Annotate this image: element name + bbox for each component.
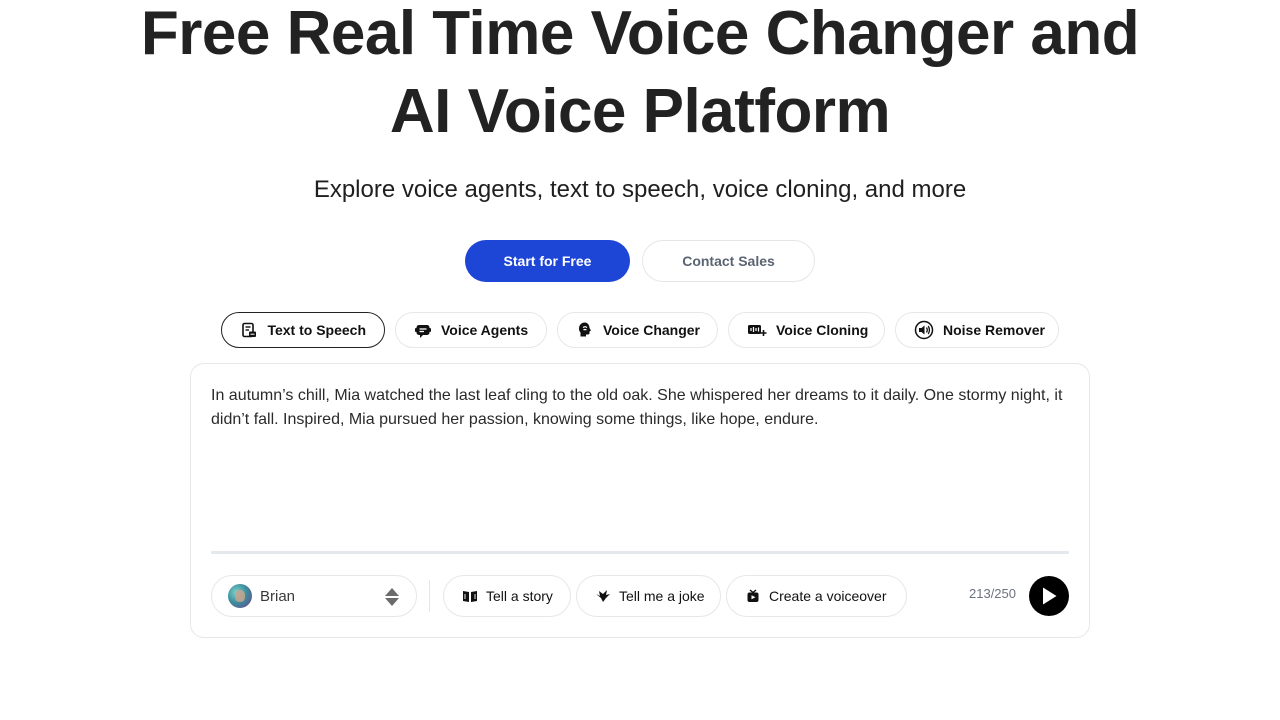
- hero-title: Free Real Time Voice Changer and AI Voic…: [0, 0, 1280, 151]
- play-icon: [1040, 586, 1058, 606]
- create-a-voiceover-chip[interactable]: Create a voiceover: [726, 575, 907, 617]
- hero-title-line-2: AI Voice Platform: [389, 77, 891, 146]
- select-arrows-icon: [384, 587, 400, 607]
- tab-noise-remover[interactable]: Noise Remover: [895, 312, 1059, 348]
- voice-cloning-icon: [747, 320, 767, 340]
- cta-row: Start for Free Contact Sales: [0, 240, 1280, 282]
- contact-sales-button[interactable]: Contact Sales: [642, 240, 815, 282]
- tab-label: Noise Remover: [943, 322, 1045, 338]
- tab-label: Voice Agents: [441, 322, 529, 338]
- noise-remover-icon: [914, 320, 934, 340]
- tab-voice-cloning[interactable]: Voice Cloning: [728, 312, 885, 348]
- product-tabs: Text to Speech Voice Agents Voice Change…: [0, 312, 1280, 348]
- chip-label: Create a voiceover: [769, 588, 887, 604]
- chip-label: Tell me a joke: [619, 588, 705, 604]
- tab-label: Text to Speech: [267, 322, 366, 338]
- text-to-speech-card: In autumn’s chill, Mia watched the last …: [190, 363, 1090, 638]
- voiceover-icon: [745, 588, 761, 604]
- voice-changer-icon: [576, 320, 594, 340]
- chip-label: Tell a story: [486, 588, 553, 604]
- joke-icon: [595, 588, 611, 604]
- play-button[interactable]: [1029, 576, 1069, 616]
- tab-text-to-speech[interactable]: Text to Speech: [221, 312, 385, 348]
- start-for-free-button[interactable]: Start for Free: [465, 240, 630, 282]
- tab-voice-changer[interactable]: Voice Changer: [557, 312, 718, 348]
- voice-name: Brian: [260, 587, 296, 605]
- tab-label: Voice Changer: [603, 322, 700, 338]
- toolbar-divider: [429, 580, 430, 612]
- hero-subtitle: Explore voice agents, text to speech, vo…: [313, 176, 967, 203]
- voice-agents-icon: [414, 320, 432, 340]
- voice-select[interactable]: Brian: [211, 575, 417, 617]
- tts-text-input[interactable]: In autumn’s chill, Mia watched the last …: [211, 384, 1071, 432]
- tab-label: Voice Cloning: [776, 322, 869, 338]
- tab-voice-agents[interactable]: Voice Agents: [395, 312, 547, 348]
- text-to-speech-icon: [240, 320, 258, 340]
- tell-me-a-joke-chip[interactable]: Tell me a joke: [576, 575, 721, 617]
- text-divider: [211, 551, 1069, 554]
- hero-title-line-1: Free Real Time Voice Changer and: [140, 0, 1140, 68]
- character-count: 213/250: [969, 586, 1016, 601]
- tell-a-story-chip[interactable]: Tell a story: [443, 575, 571, 617]
- avatar: [228, 584, 252, 608]
- book-icon: [462, 588, 478, 604]
